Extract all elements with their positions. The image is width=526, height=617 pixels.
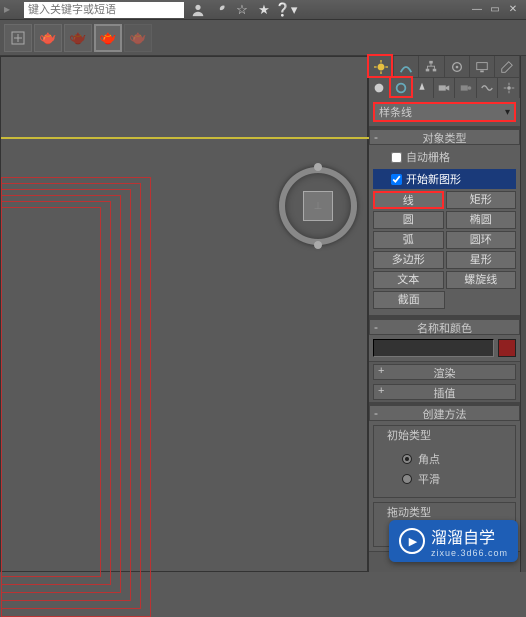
initial-type-group: 初始类型 角点 平滑 (373, 425, 516, 498)
shapes-subtab[interactable] (391, 78, 413, 98)
panel-main-tabs (369, 56, 520, 78)
render-wire-button[interactable] (94, 24, 122, 52)
create-tab[interactable] (369, 56, 394, 77)
init-smooth-radio-row[interactable]: 平滑 (402, 469, 503, 489)
section-button[interactable]: 截面 (373, 291, 445, 309)
donut-button[interactable]: 圆环 (446, 231, 517, 249)
star-icon[interactable]: ★ (256, 2, 272, 18)
watermark-url: zixue.3d66.com (431, 548, 508, 558)
shape-buttons-grid: 线 矩形 圆 椭圆 弧 圆环 多边形 星形 文本 螺旋线 截面 (373, 191, 516, 309)
object-type-rollout: -对象类型 自动栅格 开始新图形 线 矩形 圆 椭圆 弧 圆环 多边形 (369, 126, 520, 316)
view-cube-face[interactable]: ⊥ (303, 191, 333, 221)
name-color-header[interactable]: -名称和颜色 (369, 319, 520, 335)
systems-subtab[interactable] (498, 78, 520, 98)
helix-button[interactable]: 螺旋线 (446, 271, 517, 289)
play-circle-icon (399, 528, 425, 554)
object-color-swatch[interactable] (498, 339, 516, 357)
render-rollout-header[interactable]: +渲染 (373, 364, 516, 380)
person-icon[interactable] (190, 2, 206, 18)
render-flat-button[interactable] (124, 24, 152, 52)
recent-files-chevron[interactable] (4, 2, 16, 18)
auto-grid-row[interactable]: 自动栅格 (373, 147, 516, 167)
lights-subtab[interactable] (412, 78, 434, 98)
line-button[interactable]: 线 (373, 191, 444, 209)
auto-grid-label: 自动栅格 (406, 149, 450, 165)
object-type-header[interactable]: -对象类型 (369, 129, 520, 145)
initial-type-label: 初始类型 (384, 427, 434, 443)
ellipse-button[interactable]: 椭圆 (446, 211, 517, 229)
helpers-subtab[interactable] (455, 78, 477, 98)
command-panel: 样条线 -对象类型 自动栅格 开始新图形 线 矩形 圆 椭圆 弧 (368, 56, 520, 572)
init-smooth-radio[interactable] (402, 474, 412, 484)
watermark-badge: 溜溜自学 zixue.3d66.com (389, 520, 518, 562)
start-new-shape-label: 开始新图形 (406, 171, 461, 187)
render-toolbar (0, 20, 526, 56)
name-color-rollout: -名称和颜色 (369, 316, 520, 362)
rectangle-button[interactable]: 矩形 (446, 191, 517, 209)
viewport-top-edge (1, 137, 371, 139)
close-button[interactable]: ✕ (504, 3, 522, 17)
modify-tab[interactable] (394, 56, 419, 77)
object-name-input[interactable] (373, 339, 494, 357)
start-new-shape-row[interactable]: 开始新图形 (373, 169, 516, 189)
panel-sub-tabs (369, 78, 520, 98)
arc-button[interactable]: 弧 (373, 231, 444, 249)
star-button[interactable]: 星形 (446, 251, 517, 269)
hierarchy-tab[interactable] (419, 56, 444, 77)
restore-button[interactable]: ▭ (486, 3, 504, 17)
watermark-brand: 溜溜自学 (431, 530, 495, 547)
main-area: ⊥ 样条线 -对象类型 (0, 56, 526, 572)
display-tab[interactable] (470, 56, 495, 77)
top-icon-group: ☆ ★ ❔▾ (190, 2, 294, 18)
render-shaded-button[interactable] (34, 24, 62, 52)
render-dark-button[interactable] (64, 24, 92, 52)
shape-type-dropdown[interactable]: 样条线 (373, 102, 516, 122)
top-bar: ☆ ★ ❔▾ — ▭ ✕ (0, 0, 526, 20)
start-new-shape-checkbox[interactable] (391, 174, 402, 185)
minimize-button[interactable]: — (468, 3, 486, 17)
text-button[interactable]: 文本 (373, 271, 444, 289)
spacewarps-subtab[interactable] (477, 78, 499, 98)
view-cube[interactable]: ⊥ (279, 167, 357, 245)
panel-scrollbar[interactable] (520, 56, 526, 572)
viewport[interactable]: ⊥ (0, 56, 368, 572)
cameras-subtab[interactable] (434, 78, 456, 98)
create-method-header[interactable]: -创建方法 (369, 405, 520, 421)
drag-type-label: 拖动类型 (384, 504, 434, 520)
spanner-icon[interactable] (212, 2, 228, 18)
dropdown-value: 样条线 (379, 104, 412, 120)
init-corner-radio-row[interactable]: 角点 (402, 449, 503, 469)
utilities-tab[interactable] (495, 56, 520, 77)
render-setup-button[interactable] (4, 24, 32, 52)
init-corner-radio[interactable] (402, 454, 412, 464)
help-icon[interactable]: ❔▾ (278, 2, 294, 18)
geometry-subtab[interactable] (369, 78, 391, 98)
interp-rollout-header[interactable]: +插值 (373, 384, 516, 400)
ngon-button[interactable]: 多边形 (373, 251, 444, 269)
circle-button[interactable]: 圆 (373, 211, 444, 229)
star-outline-icon[interactable]: ☆ (234, 2, 250, 18)
auto-grid-checkbox[interactable] (391, 152, 402, 163)
motion-tab[interactable] (445, 56, 470, 77)
search-input[interactable] (24, 2, 184, 18)
spline-rect-6[interactable] (1, 207, 101, 577)
